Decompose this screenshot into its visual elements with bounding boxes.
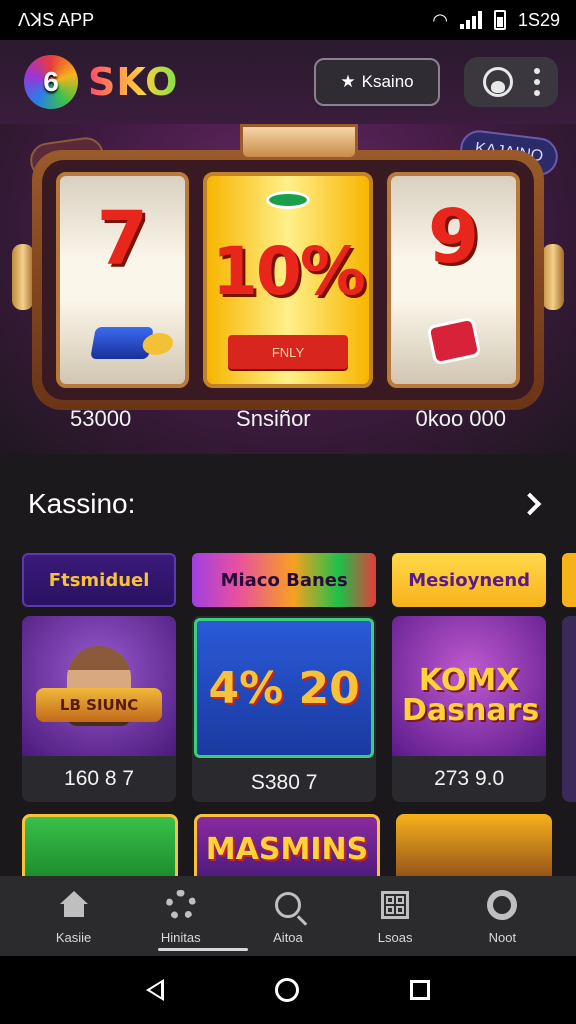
kasino-button[interactable]: ★ Ksaino	[314, 58, 440, 106]
logo-icon[interactable]: 6	[24, 55, 78, 109]
gem-icon	[90, 326, 155, 359]
game-card[interactable]	[396, 814, 552, 884]
slot-knob-left	[12, 244, 34, 310]
status-icons: ◠ 1S29	[432, 10, 560, 31]
star-icon: ★	[340, 72, 356, 91]
logo-text: SKO	[88, 60, 179, 104]
dice-icon	[425, 315, 482, 366]
nav-label: Noot	[488, 929, 517, 945]
nav-label: Lsoas	[377, 929, 413, 945]
search-icon	[274, 891, 301, 918]
game-value: 160 8 7	[64, 767, 135, 790]
reel-center-symbol: 10%	[212, 233, 366, 310]
game-grid-row-2: MASMINS	[22, 814, 576, 884]
game-card[interactable]: LB SIUNC 160 8 7	[22, 616, 177, 802]
chevron-right-icon[interactable]	[518, 492, 542, 516]
game-card-peek[interactable]	[562, 616, 576, 802]
game-banner: KOMX Dasnars	[402, 663, 540, 728]
header-actions	[464, 57, 558, 107]
hero-value-left: 53000	[70, 406, 132, 431]
app-header: 6 SKO ★ Ksaino	[0, 40, 576, 124]
system-navigation-bar	[0, 956, 576, 1024]
category-button-peek[interactable]	[562, 553, 576, 607]
nav-item-search[interactable]: Aitoa	[243, 888, 333, 945]
status-bar: ꓥꓘS APP ◠ 1S29	[0, 0, 576, 40]
status-app-label: ꓥꓘS APP	[18, 9, 95, 30]
nav-item-hinitas[interactable]: Hinitas	[136, 888, 226, 945]
game-grid: LB SIUNC 160 8 7 4% 20 S380 7 KOMX Dasna…	[22, 616, 576, 802]
game-banner: 4% 20	[208, 662, 360, 714]
category-button-1[interactable]: Ftsmiduel	[22, 553, 177, 607]
nav-label: Hinitas	[160, 929, 201, 945]
slot-reels: 7 10% FNLY 9	[42, 160, 534, 400]
game-card[interactable]: MASMINS	[194, 814, 380, 884]
game-value: 273 9.0	[434, 767, 505, 790]
reel-left-symbol: 7	[96, 195, 149, 282]
game-value: S380 7	[250, 771, 318, 794]
status-time: 1S29	[517, 9, 560, 30]
slot-knob-right	[542, 244, 564, 310]
bottom-navigation: Kasiie Hinitas Aitoa Lsoas Noot	[0, 876, 576, 956]
game-title: MASMINS	[205, 831, 369, 867]
game-card[interactable]	[22, 814, 178, 884]
chip-icon	[265, 191, 310, 209]
reel-right: 9	[387, 172, 520, 388]
grid-icon	[381, 890, 410, 919]
game-thumbnail: 4% 20	[194, 618, 375, 758]
active-tab-indicator	[158, 948, 248, 951]
signal-icon	[459, 11, 482, 29]
game-thumbnail: KOMX Dasnars	[392, 616, 547, 756]
category-button-2[interactable]: Miaco Banes	[192, 553, 377, 607]
slot-frame: 7 10% FNLY 9	[32, 150, 544, 410]
category-row: Ftsmiduel Miaco Banes Mesioynend	[22, 553, 576, 607]
nav-label: Kasiie	[55, 929, 92, 945]
support-icon[interactable]	[482, 67, 513, 97]
reel-ribbon: FNLY	[227, 335, 348, 369]
nav-item-settings[interactable]: Noot	[457, 888, 547, 945]
app-screen: ꓥꓘS APP ◠ 1S29 6 SKO ★ Ksaino KUS KAJAIN…	[0, 0, 576, 1024]
nav-label: Aitoa	[273, 929, 303, 945]
wifi-icon: ◠	[432, 9, 448, 30]
game-banner: LB SIUNC	[36, 688, 163, 722]
battery-icon	[493, 10, 506, 30]
home-icon	[59, 890, 89, 919]
gear-icon	[165, 889, 196, 920]
hero-value-right: 0koo 000	[415, 406, 506, 431]
reel-left: 7	[56, 172, 189, 388]
reel-center: 10% FNLY	[202, 172, 374, 388]
back-icon[interactable]	[145, 979, 164, 1001]
game-card[interactable]: 4% 20 S380 7	[192, 616, 377, 802]
section-header[interactable]: Kassino:	[0, 454, 576, 554]
hero-values: 53000 Snsiñor 0koo 000	[0, 406, 576, 432]
hero-slot-banner[interactable]: KUS KAJAINO 7 10% FNLY 9	[0, 124, 576, 454]
game-card[interactable]: KOMX Dasnars 273 9.0	[392, 616, 547, 802]
hero-value-center: Snsiñor	[236, 406, 311, 431]
recent-apps-icon[interactable]	[410, 980, 431, 1000]
settings-icon	[487, 889, 518, 920]
reel-right-symbol: 9	[427, 193, 480, 280]
kasino-button-label: Ksaino	[361, 72, 414, 91]
logo-glyph: 6	[43, 66, 59, 97]
slot-top-plate	[240, 124, 358, 160]
section-title: Kassino:	[28, 488, 136, 519]
more-icon[interactable]	[533, 68, 540, 96]
nav-item-home[interactable]: Kasiie	[29, 888, 119, 945]
nav-item-lsoas[interactable]: Lsoas	[350, 888, 440, 945]
category-button-3[interactable]: Mesioynend	[392, 553, 547, 607]
game-thumbnail: LB SIUNC	[22, 616, 177, 756]
home-button-icon[interactable]	[274, 978, 299, 1002]
